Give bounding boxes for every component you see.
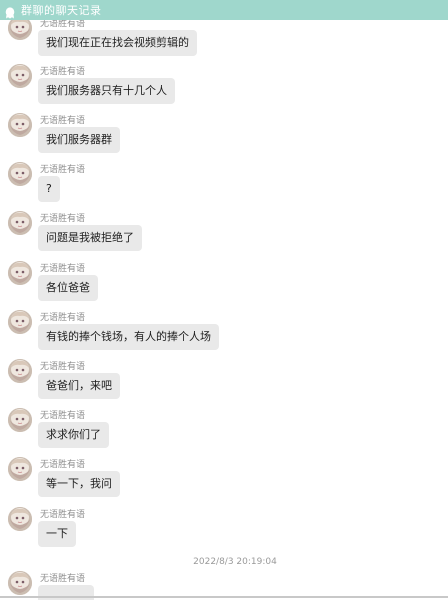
message-bubble[interactable]: 我们服务器只有十几个人	[38, 78, 175, 104]
message-bubble[interactable]: 等一下，我问	[38, 471, 120, 497]
message-bubble[interactable]: 爸爸们，来吧	[38, 373, 120, 399]
sender-name: 无语胜有语	[40, 411, 86, 421]
message-bubble[interactable]: 我们现在正在找会视频剪辑的	[38, 30, 197, 56]
avatar[interactable]	[8, 310, 32, 334]
sender-name: 无语胜有语	[40, 165, 86, 175]
avatar[interactable]	[8, 457, 32, 481]
message-bubble[interactable]: 求求你们了	[38, 422, 109, 448]
sender-name: 无语胜有语	[40, 460, 86, 470]
sender-name: 无语胜有语	[40, 67, 86, 77]
avatar[interactable]	[8, 359, 32, 383]
sender-name: 无语胜有语	[40, 116, 86, 126]
sender-name: 无语胜有语	[40, 313, 86, 323]
avatar[interactable]	[8, 571, 32, 595]
avatar[interactable]	[8, 408, 32, 432]
app-icon	[5, 4, 15, 19]
message-bubble[interactable]: 一下	[38, 521, 76, 547]
avatar[interactable]	[8, 507, 32, 531]
window-title: 群聊的聊天记录	[21, 4, 102, 17]
message-bubble[interactable]: 问题是我被拒绝了	[38, 225, 142, 251]
chat-history[interactable]: 无语胜有语 我们现在正在找会视频剪辑的 无语胜有语 我们服务器只有十几个人 无语…	[0, 0, 448, 600]
scroll-edge	[0, 596, 448, 598]
avatar[interactable]	[8, 113, 32, 137]
sender-name: 无语胜有语	[40, 574, 86, 584]
title-bar[interactable]: 群聊的聊天记录	[0, 0, 448, 20]
avatar[interactable]	[8, 162, 32, 186]
avatar[interactable]	[8, 211, 32, 235]
message-bubble[interactable]: ?	[38, 176, 60, 202]
message-bubble[interactable]: 我们服务器群	[38, 127, 120, 153]
avatar[interactable]	[8, 261, 32, 285]
sender-name: 无语胜有语	[40, 264, 86, 274]
sender-name: 无语胜有语	[40, 362, 86, 372]
avatar[interactable]	[8, 64, 32, 88]
message-timestamp: 2022/8/3 20:19:04	[193, 557, 277, 567]
sender-name: 无语胜有语	[40, 510, 86, 520]
message-bubble[interactable]: 有钱的捧个钱场，有人的捧个人场	[38, 324, 219, 350]
sender-name: 无语胜有语	[40, 214, 86, 224]
message-bubble[interactable]: 各位爸爸	[38, 275, 98, 301]
